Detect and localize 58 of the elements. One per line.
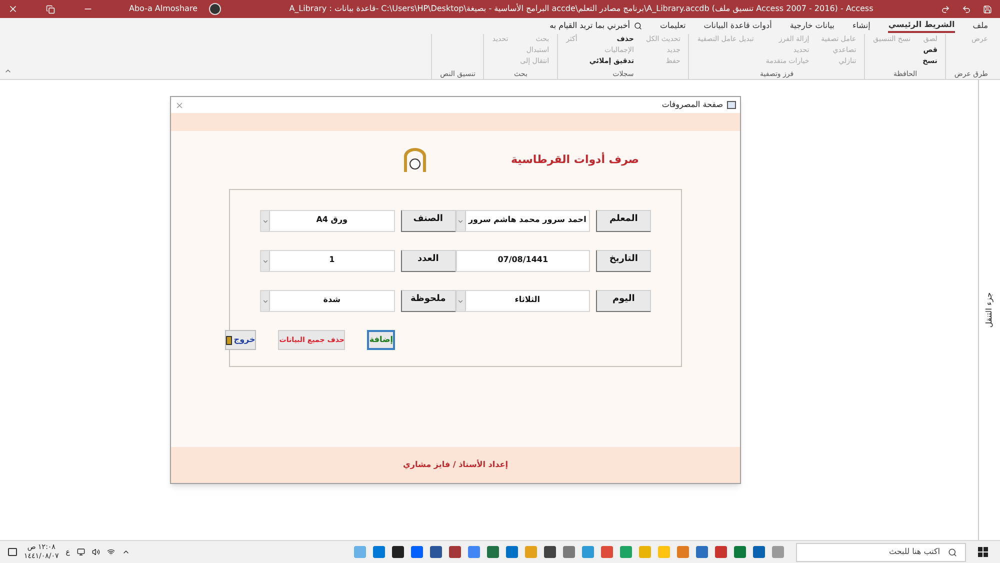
volume-icon[interactable] — [92, 548, 100, 556]
form-icon — [727, 101, 736, 109]
close-icon[interactable] — [8, 4, 18, 14]
app-icon[interactable] — [753, 546, 765, 558]
field-label: العدد — [400, 250, 456, 272]
footer-credit: إعداد الأستاذ / فايز مشاري — [403, 459, 508, 471]
combo-box[interactable]: ورق A4 — [260, 210, 395, 232]
redo-icon[interactable] — [941, 4, 950, 14]
ribbon-tab[interactable]: ملف — [972, 20, 988, 32]
combo-box[interactable]: 1 — [260, 250, 395, 272]
user-name[interactable]: Abo-a Almoshare — [129, 3, 198, 15]
chevron-up-icon[interactable] — [122, 548, 130, 556]
text-field[interactable]: 07/08/1441 — [456, 250, 590, 272]
window-title: A_Library : قاعدة بيانات- C:\Users\HP\Desktop\البرامج الأساسية - بصيغة accde\برنامج مصادر التعلم\A_Library.accdb (تنسيق ملف Access 2007 - 2016) - Access — [288, 3, 874, 15]
form-title: صفحة المصروفات — [662, 99, 723, 111]
navigation-pane[interactable]: جزء التنقل — [978, 80, 1000, 540]
app-icon[interactable] — [544, 546, 556, 558]
field-label: التاريخ — [596, 250, 651, 272]
ribbon-tab[interactable]: إنشاء — [852, 20, 870, 32]
save-icon[interactable] — [983, 4, 992, 14]
add-button[interactable]: إضافة — [367, 330, 395, 350]
field-label: ملحوظة — [400, 290, 456, 312]
combo-box[interactable]: شدة — [260, 290, 395, 312]
search-icon — [948, 548, 957, 556]
app-icon[interactable] — [449, 546, 461, 558]
app-icon[interactable] — [411, 546, 423, 558]
field-label: الصنف — [400, 210, 456, 232]
notifications-icon[interactable] — [8, 548, 17, 556]
ribbon-tab[interactable]: بيانات خارجية — [790, 20, 835, 32]
app-icon[interactable] — [563, 546, 575, 558]
app-icon[interactable] — [392, 546, 404, 558]
field-label: المعلم — [596, 210, 651, 232]
ribbon-tab[interactable]: أدوات قاعدة البيانات — [704, 20, 772, 32]
monitor-icon[interactable] — [76, 548, 85, 556]
app-icon[interactable] — [506, 546, 518, 558]
combo-box[interactable]: الثلاثاء — [456, 290, 590, 312]
app-icon[interactable] — [487, 546, 499, 558]
ribbon-tab[interactable]: الشريط الرئيسي — [888, 19, 955, 33]
wifi-icon[interactable] — [106, 548, 115, 556]
app-icon[interactable] — [373, 546, 385, 558]
collapse-ribbon-icon[interactable] — [4, 67, 12, 75]
combo-box[interactable]: احمد سرور محمد هاشم سرور — [456, 210, 590, 232]
heading: صرف أدوات القرطاسية — [510, 152, 640, 168]
door-icon — [226, 336, 232, 344]
field-label: اليوم — [596, 290, 651, 312]
search-icon — [634, 22, 642, 30]
app-icon[interactable] — [715, 546, 727, 558]
app-icon[interactable] — [430, 546, 442, 558]
ribbon-tab[interactable]: تعليمات — [660, 20, 686, 32]
undo-icon[interactable] — [962, 4, 971, 14]
exit-button[interactable]: خروج — [224, 330, 256, 350]
taskbar-search-field[interactable]: اكتب هنا للبحث — [796, 542, 966, 562]
app-icon[interactable] — [696, 546, 708, 558]
restore-icon[interactable] — [46, 4, 55, 14]
tell-me-field[interactable]: أخبرني بما تريد القيام به — [550, 20, 630, 32]
close-icon[interactable] — [175, 100, 184, 110]
app-icon[interactable] — [734, 546, 746, 558]
user-avatar-icon[interactable] — [209, 3, 222, 15]
